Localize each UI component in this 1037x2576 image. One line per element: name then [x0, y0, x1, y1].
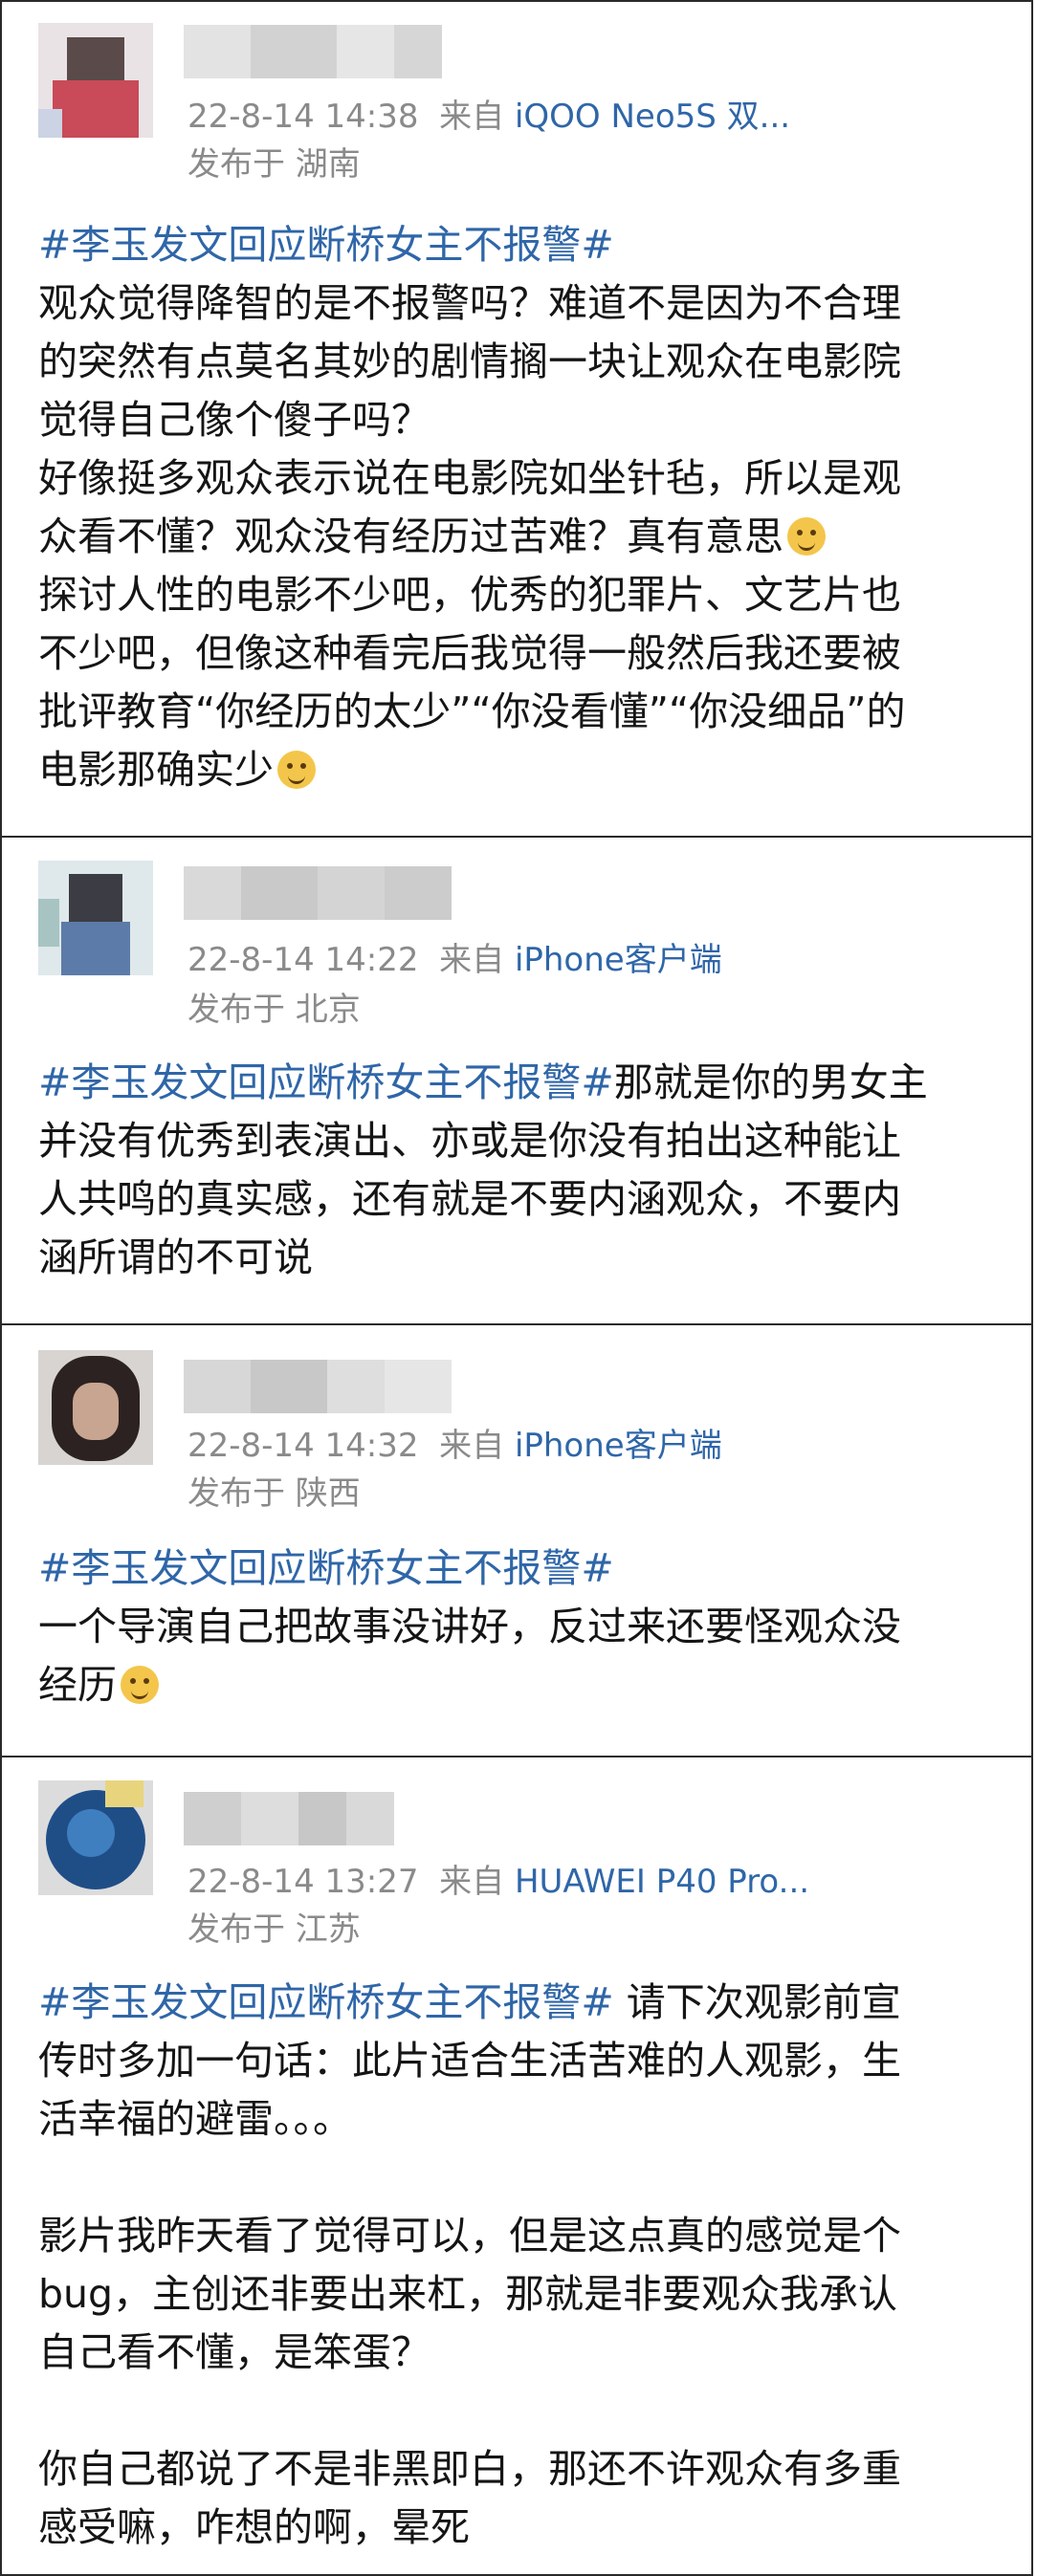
- content-line: 不少吧，但像这种看完后我觉得一般然后我还要被: [38, 630, 901, 676]
- post-time: 22-8-14 14:32: [188, 1427, 419, 1465]
- comment-card: 22-8-14 14:32 来自 iPhone客户端 发布于 陕西 #李玉发文回…: [0, 1323, 1033, 1757]
- source-device-link[interactable]: iPhone客户端: [515, 941, 722, 979]
- source-device-link[interactable]: HUAWEI P40 Pro...: [515, 1863, 809, 1901]
- content-line: 的突然有点莫名其妙的剧情搁一块让观众在电影院: [38, 338, 901, 384]
- post-content: #李玉发文回应断桥女主不报警#那就是你的男女主 并没有优秀到表演出、亦或是你没有…: [38, 1054, 1006, 1287]
- username-blurred[interactable]: [184, 866, 452, 920]
- content-line: 那就是你的男女主: [613, 1059, 928, 1105]
- post-time: 22-8-14 14:38: [188, 98, 419, 136]
- content-line: 观众觉得降智的是不报警吗？难道不是因为不合理: [38, 280, 901, 326]
- post-location: 发布于 陕西: [188, 1474, 361, 1513]
- content-line: 活幸福的避雷。。。: [38, 2096, 352, 2142]
- post-location: 发布于 湖南: [188, 145, 361, 184]
- source-prefix: 来自: [439, 1427, 505, 1465]
- content-line: 请下次观影前宣: [613, 1979, 901, 2025]
- source-prefix: 来自: [439, 1863, 505, 1901]
- content-line: bug，主创还非要出来杠，那就是非要观众我承认: [38, 2271, 898, 2317]
- hashtag-link[interactable]: #李玉发文回应断桥女主不报警#: [38, 222, 614, 268]
- comment-card: 22-8-14 14:38 来自 iQOO Neo5S 双... 发布于 湖南 …: [0, 0, 1033, 838]
- content-line: 传时多加一句话：此片适合生活苦难的人观影，生: [38, 2038, 901, 2084]
- source-device-link[interactable]: iPhone客户端: [515, 1427, 722, 1465]
- post-content: #李玉发文回应断桥女主不报警# 一个导演自己把故事没讲好，反过来还要怪观众没 经…: [38, 1539, 1006, 1714]
- avatar[interactable]: [38, 861, 153, 975]
- content-line: 觉得自己像个傻子吗？: [38, 397, 430, 443]
- content-line: 众看不懂？观众没有经历过苦难？真有意思: [38, 513, 783, 559]
- post-meta: 22-8-14 14:22 来自 iPhone客户端: [188, 933, 722, 980]
- avatar[interactable]: [38, 1350, 153, 1465]
- post-meta: 22-8-14 13:27 来自 HUAWEI P40 Pro...: [188, 1855, 809, 1902]
- username-blurred[interactable]: [184, 1360, 452, 1413]
- source-prefix: 来自: [439, 98, 505, 136]
- doge-emoji-icon: [787, 517, 826, 556]
- content-line: 并没有优秀到表演出、亦或是你没有拍出这种能让: [38, 1118, 901, 1164]
- content-line: 影片我昨天看了觉得可以，但是这点真的感觉是个: [38, 2213, 901, 2259]
- post-content: #李玉发文回应断桥女主不报警# 请下次观影前宣 传时多加一句话：此片适合生活苦难…: [38, 1974, 1006, 2557]
- post-meta: 22-8-14 14:32 来自 iPhone客户端: [188, 1419, 722, 1466]
- post-location: 发布于 江苏: [188, 1910, 361, 1949]
- content-line: 一个导演自己把故事没讲好，反过来还要怪观众没: [38, 1604, 901, 1649]
- hashtag-link[interactable]: #李玉发文回应断桥女主不报警#: [38, 1979, 614, 2025]
- content-line: 经历: [38, 1662, 117, 1708]
- source-device-link[interactable]: iQOO Neo5S 双...: [515, 98, 790, 136]
- post-meta: 22-8-14 14:38 来自 iQOO Neo5S 双...: [188, 90, 790, 137]
- doge-emoji-icon: [277, 751, 316, 789]
- avatar[interactable]: [38, 1780, 153, 1895]
- source-prefix: 来自: [439, 941, 505, 979]
- content-line: 你自己都说了不是非黑即白，那还不许观众有多重: [38, 2446, 901, 2492]
- content-line: 涵所谓的不可说: [38, 1234, 313, 1280]
- content-line: 探讨人性的电影不少吧，优秀的犯罪片、文艺片也: [38, 572, 901, 618]
- content-line: 人共鸣的真实感，还有就是不要内涵观众，不要内: [38, 1176, 901, 1222]
- content-line: 电影那确实少: [38, 747, 274, 793]
- content-line: 感受嘛，咋想的啊，晕死: [38, 2504, 470, 2550]
- avatar[interactable]: [38, 23, 153, 138]
- content-line: 好像挺多观众表示说在电影院如坐针毡，所以是观: [38, 455, 901, 501]
- post-time: 22-8-14 13:27: [188, 1863, 419, 1901]
- post-time: 22-8-14 14:22: [188, 941, 419, 979]
- comment-card: 22-8-14 13:27 来自 HUAWEI P40 Pro... 发布于 江…: [0, 1756, 1033, 2576]
- hashtag-link[interactable]: #李玉发文回应断桥女主不报警#: [38, 1059, 614, 1105]
- content-line: 自己看不懂，是笨蛋？: [38, 2329, 430, 2375]
- comment-card: 22-8-14 14:22 来自 iPhone客户端 发布于 北京 #李玉发文回…: [0, 836, 1033, 1325]
- content-line: 批评教育“你经历的太少”“你没看懂”“你没细品”的: [38, 688, 906, 734]
- username-blurred[interactable]: [184, 25, 442, 78]
- shush-emoji-icon: [121, 1666, 159, 1704]
- hashtag-link[interactable]: #李玉发文回应断桥女主不报警#: [38, 1545, 614, 1591]
- post-location: 发布于 北京: [188, 991, 361, 1029]
- post-content: #李玉发文回应断桥女主不报警# 观众觉得降智的是不报警吗？难道不是因为不合理 的…: [38, 216, 1006, 799]
- username-blurred[interactable]: [184, 1792, 394, 1845]
- weibo-comment-collage: 22-8-14 14:38 来自 iQOO Neo5S 双... 发布于 湖南 …: [0, 0, 1037, 2576]
